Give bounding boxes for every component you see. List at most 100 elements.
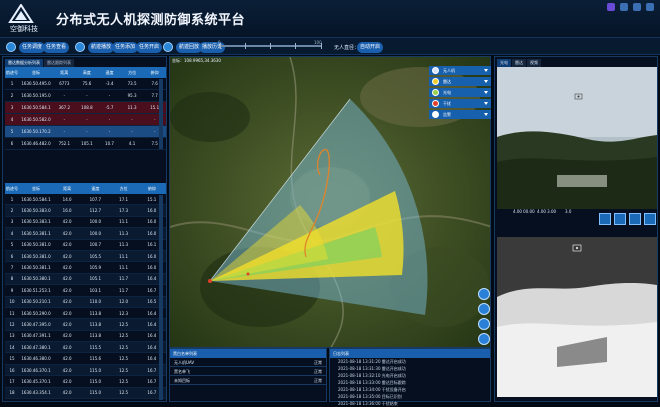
title-bar: 空御科技 分布式无人机探测防御系统平台 — [0, 0, 660, 37]
thermal-video[interactable] — [497, 237, 657, 397]
chevron-down-icon[interactable] — [484, 91, 488, 94]
tab-radar[interactable]: 雷达 — [512, 59, 526, 67]
table-row[interactable]: 2 1630.50.195.0- - -95.3 7.7 — [5, 90, 166, 102]
zoom-in-icon[interactable] — [478, 288, 490, 300]
radar-table-scrollbar[interactable] — [159, 79, 163, 149]
table-row[interactable]: 16 1630.46.370.1 42.0 115.0 12.5 16.7 — [5, 364, 166, 377]
crosshair-icon[interactable] — [599, 213, 611, 225]
fullscreen-icon[interactable] — [644, 213, 656, 225]
tab-radar-track[interactable]: 雷达跟踪列表 — [44, 59, 74, 67]
log-entry: 2021-08-18 13:33:00 雷达目标跟踪 — [338, 380, 406, 385]
column-header[interactable]: 距离 — [53, 186, 81, 192]
column-header[interactable]: 俯仰 — [143, 70, 166, 76]
column-header[interactable]: 坐标 — [19, 70, 53, 76]
tab-optical[interactable]: 光电 — [497, 59, 511, 67]
replay-icon[interactable] — [163, 42, 173, 52]
table-row[interactable]: 3 1630.50.383.1 42.0 100.0 11.1 16.0 — [5, 217, 166, 229]
table-row[interactable]: 1 1630.50.495.0 6773 75.6 -3.4 73.5 7.6 — [5, 78, 166, 90]
table-row[interactable]: 1 1630.50.584.1 14.0 107.7 17.1 15.1 — [5, 194, 166, 206]
table-row[interactable]: 8 1630.50.380.1 42.0 105.1 11.7 16.4 — [5, 273, 166, 286]
table-row[interactable]: 2 1630.50.383.0 16.0 112.7 17.3 16.0 — [5, 205, 166, 217]
cell: 113.8 — [89, 321, 102, 327]
table-row[interactable]: 5 1630.50.381.0 42.0 100.7 11.3 16.1 — [5, 240, 166, 251]
cell: 14 — [9, 344, 15, 350]
list-item[interactable]: 无人机UAV 正常 — [170, 358, 326, 367]
track-table-scrollbar[interactable] — [159, 195, 163, 400]
cell: 42.0 — [62, 230, 72, 236]
legend-item[interactable]: 雷达 — [429, 77, 491, 86]
focus-icon[interactable] — [614, 213, 626, 225]
list-item[interactable]: 黑名单飞 正常 — [170, 367, 326, 376]
column-header[interactable]: 坐标 — [19, 186, 53, 192]
track-icon[interactable] — [75, 42, 85, 52]
column-header[interactable]: 方位 — [110, 186, 138, 192]
table-row[interactable]: 18 1630.43.354.1 42.0 115.0 12.5 16.7 — [5, 387, 166, 400]
user-icon[interactable] — [607, 3, 615, 11]
table-row[interactable]: 15 1630.46.380.0 42.0 115.6 12.5 16.4 — [5, 353, 166, 365]
column-header[interactable]: 俯仰 — [138, 186, 166, 192]
tab-video[interactable]: 视频 — [527, 59, 541, 67]
legend-item[interactable]: 干扰 — [429, 99, 491, 108]
cell: 1630.50.195.0 — [21, 93, 51, 98]
minimize-icon[interactable] — [633, 3, 641, 11]
task-add-button[interactable]: 任务添加 — [112, 42, 139, 53]
chevron-down-icon[interactable] — [484, 113, 488, 116]
auto-start-button[interactable]: 自动开启 — [357, 42, 384, 53]
whitelist-title: 黑白名单列表 — [170, 349, 326, 358]
close-icon[interactable] — [646, 3, 654, 11]
legend-item[interactable]: 无人机 — [429, 66, 491, 75]
cell: 107.7 — [89, 196, 102, 202]
locate-icon[interactable] — [478, 318, 490, 330]
task-dispatch-button[interactable]: 任务调度 — [19, 42, 46, 53]
status-badge: 正常 — [314, 360, 322, 365]
table-row[interactable]: 10 1630.50.210.1 42.0 110.0 12.0 16.5 — [5, 296, 166, 308]
tab-radar-analysis[interactable]: 雷达数据分析列表 — [5, 59, 43, 67]
chevron-down-icon[interactable] — [484, 102, 488, 105]
legend-item[interactable]: 告警 — [429, 110, 491, 119]
chevron-down-icon[interactable] — [484, 80, 488, 83]
track-play-button[interactable]: 航迹播放 — [88, 42, 115, 53]
task-view-button[interactable]: 任务查看 — [43, 42, 70, 53]
table-row[interactable]: 9 1630.51.253.1 42.0 103.1 11.7 16.7 — [5, 285, 166, 297]
table-row[interactable]: 6 1630.46.482.0 752.1 105.1 10.7 4.1 7.5 — [5, 138, 166, 150]
table-row[interactable]: 7 1630.50.381.1 42.0 105.9 11.1 16.0 — [5, 262, 166, 274]
column-header[interactable]: 航迹号 — [5, 70, 19, 76]
zoom-out-icon[interactable] — [478, 303, 490, 315]
list-item[interactable]: 未知目标 正常 — [170, 376, 326, 385]
cell: 1 — [10, 196, 14, 202]
measure-icon[interactable] — [478, 333, 490, 345]
column-header[interactable]: 速度 — [98, 70, 121, 76]
column-header[interactable]: 高度 — [76, 70, 99, 76]
history-play-button[interactable]: 播放历史 — [199, 42, 226, 53]
column-header[interactable]: 方位 — [121, 70, 144, 76]
timeline-slider[interactable] — [220, 43, 322, 49]
table-row[interactable]: 4 1630.50.582.0- - - - - — [5, 114, 166, 126]
cell: 4 — [10, 117, 14, 122]
table-row[interactable]: 4 1630.50.381.1 42.0 100.0 11.3 16.0 — [5, 228, 166, 240]
task-start-button[interactable]: 任务开启 — [136, 42, 163, 53]
drone-label: 无人直径： — [334, 45, 360, 51]
table-row[interactable]: 17 1630.45.370.1 42.0 115.0 12.5 16.7 — [5, 376, 166, 388]
column-header[interactable]: 速度 — [81, 186, 109, 192]
optical-video[interactable] — [497, 67, 657, 209]
table-row[interactable]: 11 1630.50.290.0 42.0 113.8 12.3 16.4 — [5, 308, 166, 320]
table-row[interactable]: 6 1630.50.381.0 42.0 105.5 11.1 16.0 — [5, 250, 166, 263]
capture-icon[interactable] — [629, 213, 641, 225]
table-row[interactable]: 3 1630.50.584.1 367.2 108.8 -5.7 11.3 15.1 — [5, 102, 166, 114]
column-header[interactable]: 距离 — [53, 70, 76, 76]
table-row[interactable]: 5 1630.50.170.2- - - - - — [5, 126, 166, 138]
table-row[interactable]: 13 1630.47.391.1 42.0 113.8 12.5 16.4 — [5, 331, 166, 343]
cell: 42.0 — [62, 276, 72, 282]
column-header[interactable]: 航迹号 — [5, 186, 19, 192]
cell: 6773 — [59, 81, 70, 86]
table-row[interactable]: 14 1630.47.380.1 42.0 115.5 12.5 16.4 — [5, 342, 166, 354]
cell: 113.8 — [89, 333, 102, 339]
home-icon[interactable] — [6, 42, 16, 52]
chevron-down-icon[interactable] — [484, 69, 488, 72]
legend-item[interactable]: 光电 — [429, 88, 491, 97]
cell: 6 — [10, 141, 14, 146]
table-row[interactable]: 12 1630.47.395.0 42.0 113.8 12.5 16.4 — [5, 319, 166, 331]
cell: 42.0 — [62, 321, 72, 327]
settings-icon[interactable] — [620, 3, 628, 11]
timeline-end: 100 — [314, 40, 322, 45]
